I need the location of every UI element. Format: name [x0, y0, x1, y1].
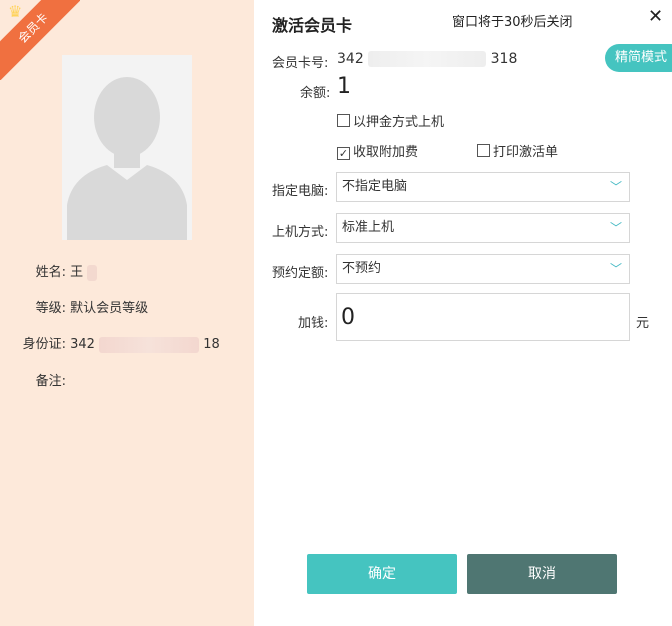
- chevron-down-icon[interactable]: ﹀: [610, 255, 622, 283]
- surcharge-label: 收取附加费: [353, 145, 419, 160]
- simple-mode-button[interactable]: 精简模式: [605, 44, 672, 72]
- topup-input[interactable]: 0: [336, 293, 630, 341]
- name-row: 姓名: 王: [22, 261, 98, 281]
- checkbox-checked-icon[interactable]: ✓: [337, 147, 350, 160]
- card-no-value: 342 318: [337, 51, 517, 67]
- balance-value: 1: [337, 74, 351, 99]
- print-receipt-checkbox[interactable]: 打印激活单: [477, 141, 558, 160]
- close-icon[interactable]: ✕: [648, 6, 663, 27]
- id-row: 身份证: 342 18: [16, 333, 220, 353]
- login-mode-select[interactable]: 标准上机 ﹀: [336, 213, 630, 243]
- card-no-suffix: 318: [490, 51, 518, 67]
- login-mode-label: 上机方式:: [272, 225, 329, 240]
- id-prefix: 342: [70, 337, 95, 352]
- computer-label: 指定电脑:: [272, 184, 329, 199]
- card-no-label: 会员卡号:: [272, 56, 329, 71]
- deposit-login-label: 以押金方式上机: [353, 115, 445, 130]
- computer-select[interactable]: 不指定电脑 ﹀: [336, 172, 630, 202]
- booking-select[interactable]: 不预约 ﹀: [336, 254, 630, 284]
- redacted-text: [99, 336, 200, 353]
- close-countdown: 窗口将于30秒后关闭: [452, 15, 573, 30]
- id-suffix: 18: [203, 337, 220, 352]
- remark-row: 备注:: [22, 370, 66, 389]
- name-value: 王: [70, 265, 84, 280]
- booking-select-value: 不预约: [342, 261, 382, 276]
- avatar: [62, 55, 192, 240]
- card-no-prefix: 342: [337, 51, 364, 67]
- redacted-text: [87, 264, 98, 281]
- redacted-text: [368, 51, 487, 67]
- name-label: 姓名:: [35, 265, 66, 280]
- confirm-button[interactable]: 确定: [307, 554, 457, 594]
- dialog-title: 激活会员卡: [272, 16, 353, 35]
- level-label: 等级:: [35, 301, 66, 316]
- deposit-login-checkbox[interactable]: 以押金方式上机: [337, 111, 444, 130]
- chevron-down-icon[interactable]: ﹀: [610, 173, 622, 201]
- checkbox-unchecked-icon[interactable]: [477, 144, 490, 157]
- currency-unit: 元: [636, 316, 650, 331]
- booking-label: 预约定额:: [272, 266, 329, 281]
- login-mode-select-value: 标准上机: [342, 220, 395, 235]
- level-row: 等级: 默认会员等级: [22, 297, 149, 316]
- person-silhouette-icon: [62, 55, 192, 240]
- chevron-down-icon[interactable]: ﹀: [610, 214, 622, 242]
- level-value: 默认会员等级: [70, 301, 149, 316]
- surcharge-checkbox[interactable]: ✓ 收取附加费: [337, 141, 418, 160]
- remark-label: 备注:: [35, 374, 66, 389]
- balance-label: 余额:: [300, 86, 331, 101]
- print-receipt-label: 打印激活单: [493, 145, 559, 160]
- crown-icon: ♛: [8, 2, 23, 21]
- checkbox-unchecked-icon[interactable]: [337, 114, 350, 127]
- cancel-button[interactable]: 取消: [467, 554, 617, 594]
- member-panel: 会员卡 ♛ 姓名: 王 等级: 默认会员等级 身份证: 342 18 备注:: [0, 0, 254, 626]
- topup-label: 加钱:: [298, 316, 329, 331]
- id-label: 身份证:: [22, 337, 66, 352]
- computer-select-value: 不指定电脑: [342, 179, 408, 194]
